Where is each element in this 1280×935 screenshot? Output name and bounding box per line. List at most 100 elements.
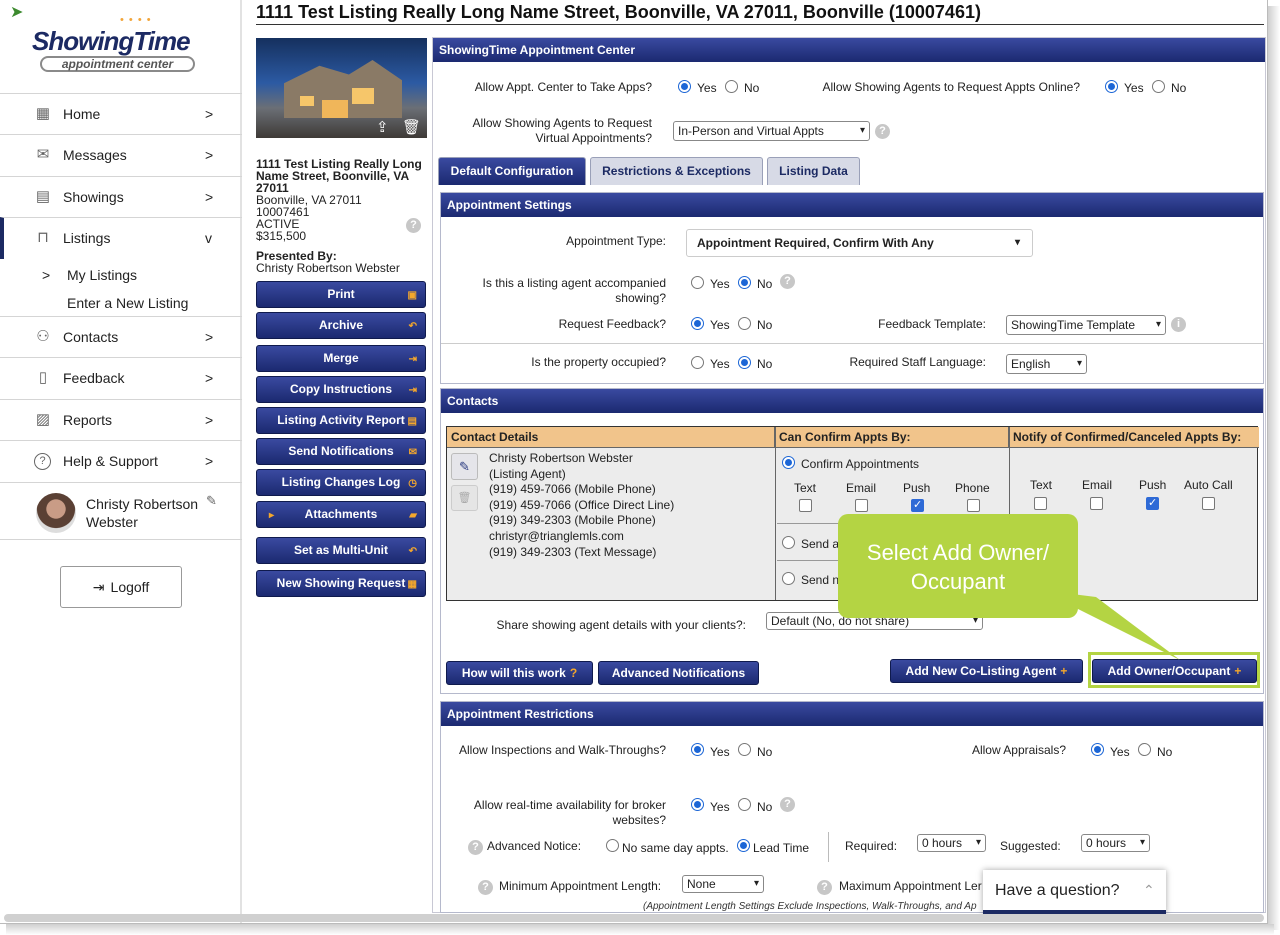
chevron-up-icon: ⌃ — [1143, 882, 1155, 898]
appraisals-no-radio[interactable] — [1138, 743, 1151, 756]
help-icon[interactable]: ? — [780, 797, 795, 812]
nav-contacts[interactable]: ⚇ Contacts > — [0, 316, 242, 357]
virtual-appts-value: In-Person and Virtual Appts — [678, 124, 824, 138]
notify-push-checkbox[interactable] — [1146, 496, 1159, 510]
help-icon[interactable]: ? — [478, 880, 493, 895]
inspections-yes-radio[interactable] — [691, 743, 704, 756]
chevron-down-icon: v — [205, 230, 212, 246]
horizontal-scrollbar[interactable] — [4, 914, 1264, 922]
feedback-no-radio[interactable] — [738, 317, 751, 330]
confirm-appointments-label: Confirm Appointments — [801, 457, 920, 471]
confirm-text-checkbox[interactable] — [799, 499, 812, 512]
notify-auto-call-checkbox[interactable] — [1202, 497, 1215, 510]
upload-icon[interactable]: ⇪ — [376, 118, 389, 136]
realtime-no-radio[interactable] — [738, 798, 751, 811]
notify-text-checkbox[interactable] — [1034, 497, 1047, 510]
nav-listings[interactable]: ⊓ Listings v — [0, 217, 242, 259]
allow-appt-no-radio[interactable] — [725, 80, 738, 93]
inspections-no-radio[interactable] — [738, 743, 751, 756]
feedback-template-select[interactable]: ShowingTime Template ▾ — [1006, 315, 1166, 335]
nav-feedback[interactable]: ▯ Feedback > — [0, 357, 242, 398]
occupied-no-radio[interactable] — [738, 356, 751, 369]
staff-language-select[interactable]: English ▾ — [1006, 354, 1087, 374]
merge-button[interactable]: Merge ⇥ — [256, 345, 426, 372]
advanced-notifications-button[interactable]: Advanced Notifications — [598, 661, 759, 685]
edit-contact-button[interactable]: ✎ — [451, 453, 478, 480]
help-icon[interactable]: ? — [817, 880, 832, 895]
accompanied-yes-radio[interactable] — [691, 276, 704, 289]
nav-home[interactable]: ▦ Home > — [0, 93, 242, 134]
nav-messages[interactable]: ✉ Messages > — [0, 134, 242, 175]
send-notifications-button[interactable]: Send Notifications ✉ — [256, 438, 426, 465]
occupied-yes-radio[interactable] — [691, 356, 704, 369]
help-icon[interactable]: ? — [406, 218, 421, 233]
tab-default-configuration[interactable]: Default Configuration — [438, 157, 586, 185]
feedback-yes-radio[interactable] — [691, 317, 704, 330]
nav-showings[interactable]: ▤ Showings > — [0, 176, 242, 217]
nav-help[interactable]: ? Help & Support > — [0, 440, 242, 481]
merge-label: Merge — [323, 351, 359, 365]
help-icon[interactable]: ? — [780, 274, 795, 289]
trash-icon[interactable]: 🗑 — [402, 118, 421, 136]
how-will-this-work-button[interactable]: How will this work? — [446, 661, 593, 685]
appraisals-yes-radio[interactable] — [1091, 743, 1104, 756]
virtual-appts-select[interactable]: In-Person and Virtual Appts ▾ — [673, 121, 870, 141]
showingtime-logo[interactable]: • • • • ShowingTime appointment center — [28, 14, 218, 76]
request-feedback-label: Request Feedback? — [558, 317, 666, 331]
add-co-listing-agent-button[interactable]: Add New Co-Listing Agent + — [890, 659, 1083, 683]
edit-icon[interactable]: ✎ — [206, 493, 217, 509]
have-a-question-chat[interactable]: Have a question? ⌃ — [983, 870, 1166, 914]
help-icon[interactable]: ? — [468, 840, 483, 855]
caret-right-icon: ▸ — [269, 510, 275, 521]
window-shadow — [1268, 6, 1280, 930]
suggested-hours-select[interactable]: 0 hours ▾ — [1081, 834, 1150, 852]
allow-appt-yes-radio[interactable] — [678, 80, 691, 93]
confirm-phone-checkbox[interactable] — [967, 499, 980, 512]
chevron-right-icon: > — [205, 453, 214, 469]
no-same-day-radio[interactable] — [606, 839, 619, 852]
no-label: No — [1157, 745, 1173, 759]
tab-restrictions-exceptions[interactable]: Restrictions & Exceptions — [590, 157, 763, 185]
set-multi-unit-button[interactable]: Set as Multi-Unit ↶ — [256, 537, 426, 564]
yes-label: Yes — [1124, 81, 1144, 95]
logout-icon: ⇥ — [92, 579, 105, 595]
new-showing-request-button[interactable]: New Showing Request ▦ — [256, 570, 426, 597]
share-details-label: Share showing agent details with your cl… — [496, 618, 746, 632]
copy-instructions-button[interactable]: Copy Instructions ⇥ — [256, 376, 426, 403]
user-profile[interactable]: Christy Robertson Webster ✎ — [0, 482, 242, 540]
app-window: • • • • ShowingTime appointment center ▦… — [0, 0, 1268, 924]
calendar-icon: ▦ — [407, 579, 417, 590]
confirm-push-checkbox[interactable] — [911, 498, 924, 512]
logoff-button[interactable]: ⇥ Logoff — [60, 566, 182, 608]
contact-name: Christy Robertson Webster — [489, 451, 633, 465]
listing-changes-log-button[interactable]: Listing Changes Log ◷ — [256, 469, 426, 496]
archive-button[interactable]: Archive ↶ — [256, 312, 426, 339]
tab-listing-data[interactable]: Listing Data — [767, 157, 860, 185]
accompanied-no-radio[interactable] — [738, 276, 751, 289]
listing-photo[interactable]: ⇪ 🗑 — [256, 38, 427, 138]
required-hours-select[interactable]: 0 hours ▾ — [917, 834, 986, 852]
info-icon[interactable]: i — [1171, 317, 1186, 332]
print-button[interactable]: Print ▣ — [256, 281, 426, 308]
nav-help-label: Help & Support — [63, 453, 158, 469]
confirm-email-checkbox[interactable] — [855, 499, 868, 512]
nav-reports[interactable]: ▨ Reports > — [0, 399, 242, 440]
nav-new-listing[interactable]: Enter a New Listing — [67, 295, 188, 311]
help-icon[interactable]: ? — [875, 124, 890, 139]
nav-my-listings[interactable]: My Listings — [67, 267, 137, 283]
send-a-radio[interactable] — [782, 536, 795, 549]
confirm-appointments-radio[interactable] — [782, 456, 795, 469]
notify-email-checkbox[interactable] — [1090, 497, 1103, 510]
send-n-radio[interactable] — [782, 572, 795, 585]
left-nav: • • • • ShowingTime appointment center ▦… — [0, 0, 242, 923]
attachments-button[interactable]: ▸ Attachments ▰ — [256, 501, 426, 528]
lead-time-radio[interactable] — [737, 839, 750, 852]
allow-online-no-radio[interactable] — [1152, 80, 1165, 93]
min-length-select[interactable]: None ▾ — [682, 875, 764, 893]
appointment-type-select[interactable]: Appointment Required, Confirm With Any ▾ — [686, 229, 1033, 257]
advanced-notice-label: Advanced Notice: — [487, 839, 582, 853]
delete-contact-button[interactable]: 🗑 — [451, 485, 478, 511]
allow-online-yes-radio[interactable] — [1105, 80, 1118, 93]
listing-activity-report-button[interactable]: Listing Activity Report ▤ — [256, 407, 426, 434]
realtime-yes-radio[interactable] — [691, 798, 704, 811]
